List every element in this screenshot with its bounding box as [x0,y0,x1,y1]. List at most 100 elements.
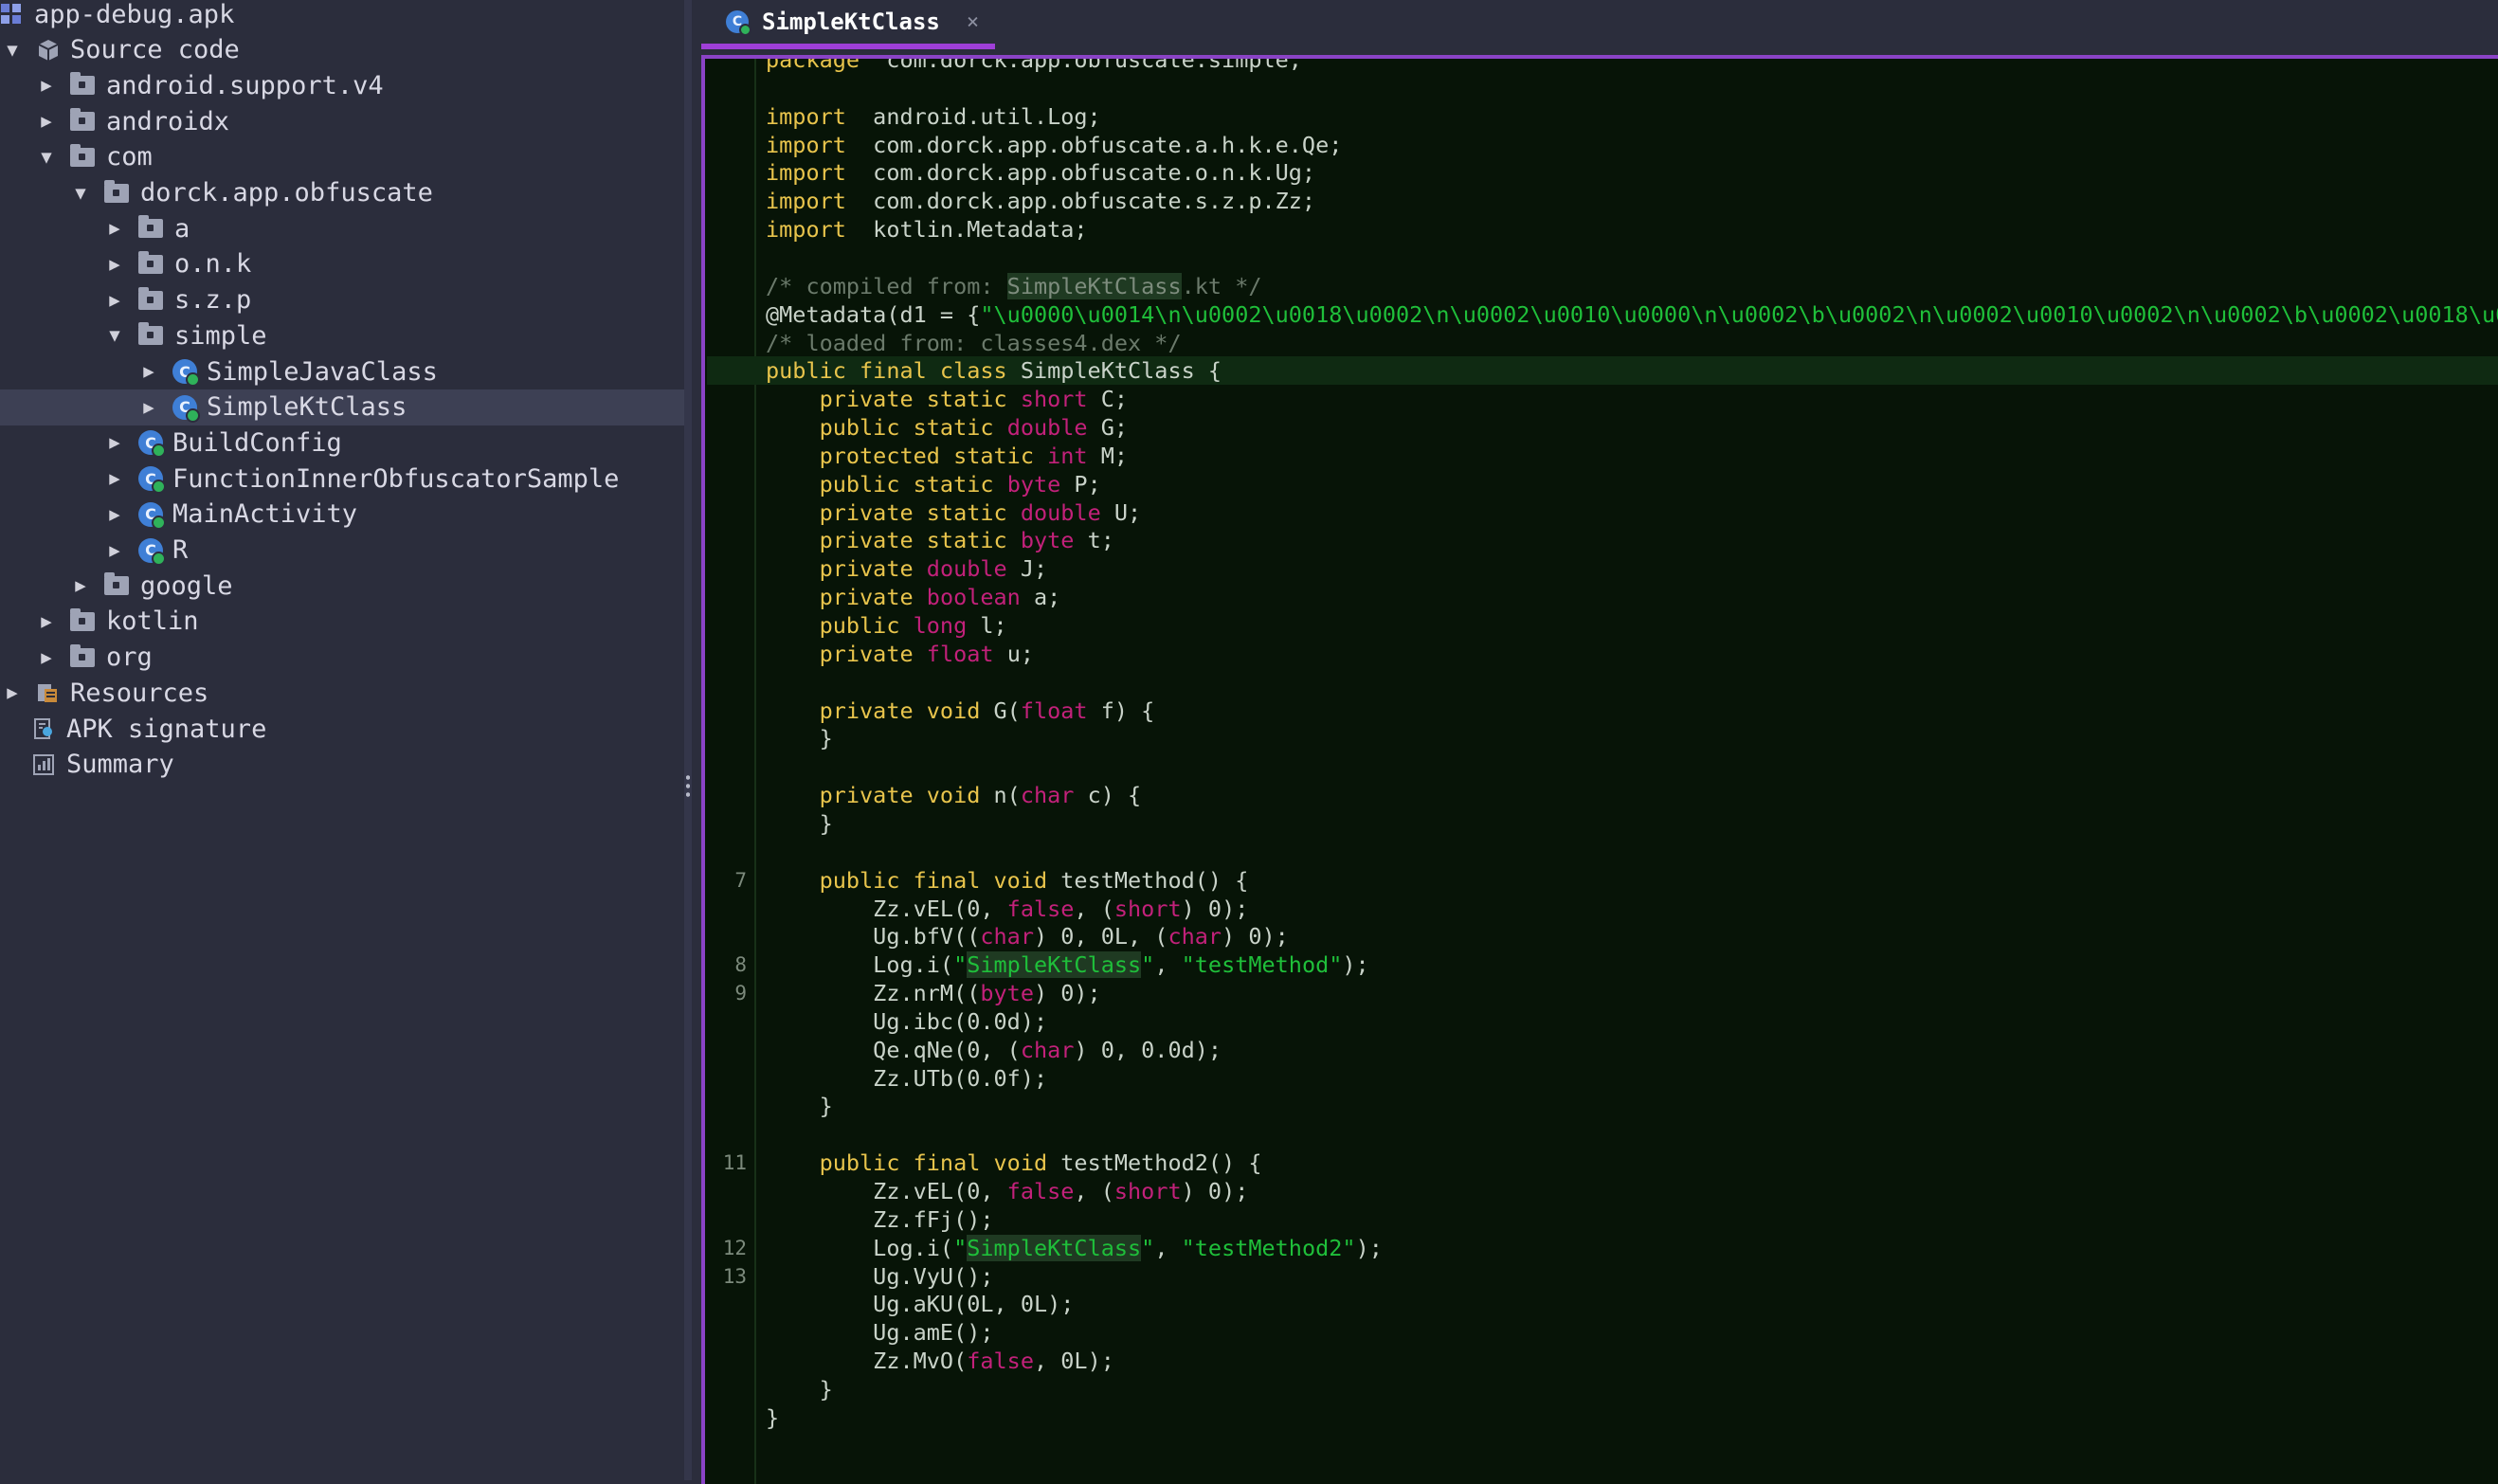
tree-item-a[interactable]: ▶ a [0,210,684,246]
code-token: import [766,102,846,130]
caret-right-icon[interactable]: ▶ [104,432,125,453]
tree-item-summary[interactable]: Summary [0,747,684,783]
code-line: private static double U; [766,498,1142,527]
caret-right-icon[interactable]: ▶ [36,611,57,632]
tree-item-resources[interactable]: ▶ Resources [0,675,684,711]
tree-item-simplejavaclass[interactable]: ▶ C SimpleJavaClass [0,353,684,389]
code-token: "testMethod2" [1181,1234,1356,1261]
code-token: ) 0); [1181,895,1249,922]
code-line: private double J; [766,554,1048,583]
caret-right-icon[interactable]: ▶ [104,254,125,275]
caret-right-icon[interactable]: ▶ [36,647,57,668]
tree-item-label: android.support.v4 [106,70,384,100]
close-tab-icon[interactable]: × [967,10,979,34]
code-line: Ug.aKU(0L, 0L); [766,1290,1074,1318]
class-icon: C [172,359,200,387]
code-token: Zz.nrM(( [766,980,981,1007]
code-line: @Metadata(d1 = {"\u0000\u0014\n\u0002\u0… [766,300,2498,329]
tree-item-dorck-app-obfuscate[interactable]: ▼ dorck.app.obfuscate [0,175,684,211]
caret-right-icon[interactable]: ▶ [104,540,125,561]
code-token: SimpleKtClass [1006,272,1182,299]
tree-item-label: androidx [106,106,230,136]
code-token: Zz.vEL(0, [766,1178,1007,1204]
folder-icon [138,322,163,346]
code-token: " [953,951,968,979]
code-token: Ug.bfV(( [766,923,981,950]
code-token: testMethod() { [1047,866,1249,894]
caret-right-icon[interactable]: ▶ [138,397,159,418]
code-token: C; [1087,386,1129,413]
caret-right-icon[interactable]: ▶ [36,75,57,96]
tree-item-simple[interactable]: ▼ simple [0,317,684,353]
tree-item-simplektclass[interactable]: ▶ C SimpleKtClass [0,389,684,425]
tab-simplektclass[interactable]: C SimpleKtClass × [701,0,995,49]
code-token: int [1047,442,1088,469]
code-line: public final void testMethod() { [766,866,1249,895]
tree-item-o-n-k[interactable]: ▶ o.n.k [0,246,684,282]
code-token: Qe.qNe(0, ( [766,1036,1021,1063]
tree-item-r[interactable]: ▶ C R [0,533,684,569]
tree-item-buildconfig[interactable]: ▶ C BuildConfig [0,425,684,461]
tree-item-google[interactable]: ▶ google [0,568,684,604]
tree-item-app-debug-apk[interactable]: app-debug.apk [0,0,684,32]
tree-item-label: Resources [70,678,209,708]
code-line: } [766,1375,833,1403]
caret-right-icon[interactable]: ▶ [70,575,91,596]
tree-item-android-support-v4[interactable]: ▶ android.support.v4 [0,67,684,103]
tree-item-mainactivity[interactable]: ▶ C MainActivity [0,497,684,533]
tree-item-label: org [106,642,153,673]
code-line: public static byte P; [766,470,1101,498]
caret-right-icon[interactable]: ▶ [2,682,23,703]
tree-item-functioninnerobfuscatorsample[interactable]: ▶ C FunctionInnerObfuscatorSample [0,461,684,497]
code-token: public final void [819,866,1048,894]
caret-right-icon[interactable]: ▶ [36,111,57,132]
tree-item-kotlin[interactable]: ▶ kotlin [0,604,684,640]
code-token: protected static [819,442,1034,469]
tree-item-apk-signature[interactable]: APK signature [0,711,684,747]
tree-item-org[interactable]: ▶ org [0,640,684,676]
caret-right-icon[interactable]: ▶ [104,504,125,525]
tree-item-label: o.n.k [174,249,252,280]
code-token: } [766,1093,833,1120]
code-token: Log.i( [766,951,954,979]
code-token: Ug.aKU(0L, 0L); [766,1291,1075,1318]
folder-icon [104,572,129,596]
code-token: private [819,555,914,583]
code-token: com.dorck.app.obfuscate.a.h.k.e.Qe; [845,131,1343,158]
code-token: package [766,55,860,73]
tree-item-s-z-p[interactable]: ▶ s.z.p [0,282,684,318]
code-line: public static double G; [766,413,1128,442]
caret-down-icon[interactable]: ▼ [70,183,91,204]
code-line: public final void testMethod2() { [766,1149,1262,1177]
code-token: byte [980,980,1034,1007]
caret-down-icon[interactable]: ▼ [2,40,23,61]
code-editor[interactable]: 6789111213 package com.dorck.app.obfusca… [701,55,2498,1484]
code-token: SimpleKtClass [967,951,1142,979]
code-token: " [953,1234,968,1261]
tree-item-androidx[interactable]: ▶ androidx [0,103,684,139]
code-token: ) 0); [1222,923,1289,950]
caret-down-icon[interactable]: ▼ [36,147,57,168]
caret-right-icon[interactable]: ▶ [138,361,159,382]
code-token: ); [1342,951,1369,979]
tree-item-label: dorck.app.obfuscate [140,178,433,208]
folder-icon [138,215,163,239]
caret-right-icon[interactable]: ▶ [104,218,125,239]
splitter-grip-icon[interactable] [686,773,690,798]
tree-item-source-code[interactable]: ▼ Source code [0,32,684,68]
code-token: char [980,923,1034,950]
panel-splitter[interactable] [684,0,692,1480]
tree-item-com[interactable]: ▼ com [0,139,684,175]
caret-right-icon[interactable]: ▶ [104,290,125,311]
caret-down-icon[interactable]: ▼ [104,325,125,346]
caret-right-icon[interactable]: ▶ [104,468,125,489]
code-token: " [1141,1234,1155,1261]
code-line: Log.i("SimpleKtClass", "testMethod2"); [766,1234,1383,1262]
